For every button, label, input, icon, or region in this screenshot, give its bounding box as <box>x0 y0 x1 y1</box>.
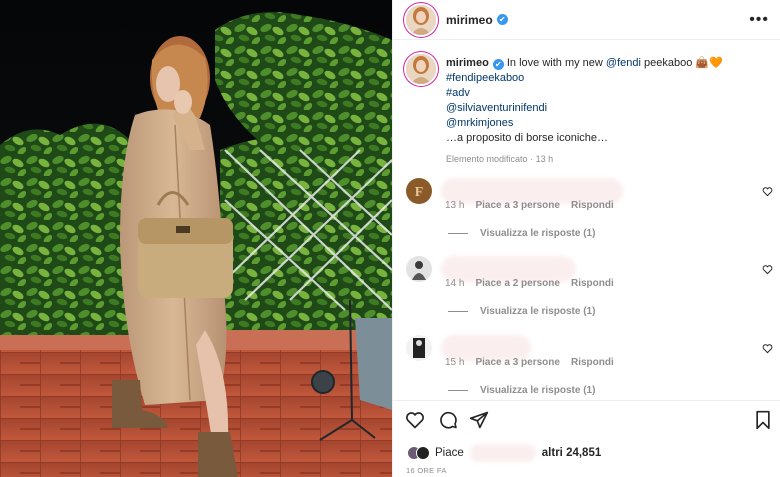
comment-item: 14 h Piace a 2 persone Rispondi Visualiz… <box>393 256 780 334</box>
comment-heart-icon[interactable] <box>762 264 773 275</box>
view-replies-label: Visualizza le risposte (1) <box>480 385 596 396</box>
reply-button[interactable]: Rispondi <box>571 357 614 368</box>
comment-heart-icon[interactable] <box>762 186 773 197</box>
comment-time: 13 h <box>445 200 465 211</box>
comment-heart-icon[interactable] <box>762 343 773 354</box>
comment-time: 15 h <box>445 357 465 368</box>
more-icon[interactable]: ••• <box>749 11 769 29</box>
bookmark-icon[interactable] <box>753 410 773 430</box>
verified-icon: ✔ <box>496 14 508 25</box>
view-replies-label: Visualizza le risposte (1) <box>480 306 596 317</box>
edited-time: 13 h <box>535 154 554 164</box>
comment-actions: 13 h Piace a 3 persone Rispondi <box>445 200 614 211</box>
edited-label: Elemento modificato <box>446 154 528 164</box>
liker-avatar <box>416 446 430 460</box>
svg-text:F: F <box>415 185 424 200</box>
comment-icon[interactable] <box>438 410 458 430</box>
person-avatar[interactable] <box>406 256 432 282</box>
likes-count: altri 24,851 <box>541 447 602 459</box>
caption-username[interactable]: mirimeo <box>446 57 489 69</box>
post-time-ago: 16 ORE FA <box>406 466 447 475</box>
share-icon[interactable] <box>469 410 489 430</box>
caption-meta: Elemento modificato · 13 h <box>446 152 766 167</box>
replies-dash <box>448 233 468 234</box>
hashtag-fendipeekaboo[interactable]: #fendipeekaboo <box>446 71 766 86</box>
replies-dash <box>448 311 468 312</box>
blurred-liker-name <box>469 444 536 462</box>
view-replies-label: Visualizza le risposte (1) <box>480 228 596 239</box>
hashtag-adv[interactable]: #adv <box>446 86 766 101</box>
comment-likes[interactable]: Piace a 3 persone <box>475 200 560 211</box>
comment-item: F 13 h Piace a 3 persone Rispondi Visual… <box>393 178 780 256</box>
mention-fendi[interactable]: @fendi <box>606 57 641 69</box>
likes-summary[interactable]: Piace altri 24,851 <box>407 444 601 462</box>
heart-icon[interactable] <box>405 410 425 430</box>
reply-button[interactable]: Rispondi <box>571 200 614 211</box>
view-replies-button[interactable]: Visualizza le risposte (1) <box>448 228 595 239</box>
post-header: mirimeo ✔ ••• <box>393 0 780 40</box>
author-username[interactable]: mirimeo <box>446 13 493 27</box>
mention-mrkimjones[interactable]: @mrkimjones <box>446 116 766 131</box>
view-replies-button[interactable]: Visualizza le risposte (1) <box>448 385 595 396</box>
comment-time: 14 h <box>445 278 465 289</box>
mention-silviaventurinifendi[interactable]: @silviaventurinifendi <box>446 101 766 116</box>
author-avatar[interactable] <box>406 4 436 35</box>
post-image <box>0 0 392 477</box>
bw-person-avatar[interactable] <box>406 335 432 361</box>
post-details-panel: mirimeo ✔ ••• mirimeo ✔ In love with my n… <box>392 0 780 477</box>
post-photo[interactable] <box>0 0 392 477</box>
fendi-monogram-avatar[interactable]: F <box>406 178 432 204</box>
caption-emojis: 👜🧡 <box>695 57 723 69</box>
caption-closing: …a proposito di borse iconiche… <box>446 132 609 144</box>
comment-likes[interactable]: Piace a 3 persone <box>475 357 560 368</box>
caption-verified-icon: ✔ <box>492 59 504 70</box>
reply-button[interactable]: Rispondi <box>571 278 614 289</box>
replies-dash <box>448 390 468 391</box>
caption-text-tail: peekaboo <box>644 57 693 69</box>
meta-separator: · <box>530 154 534 164</box>
comment-likes[interactable]: Piace a 2 persone <box>475 278 560 289</box>
likes-prefix: Piace <box>435 447 464 459</box>
view-replies-button[interactable]: Visualizza le risposte (1) <box>448 306 595 317</box>
caption-text-intro: In love with my new <box>506 57 603 69</box>
comment-actions: 14 h Piace a 2 persone Rispondi <box>445 278 614 289</box>
comment-actions: 15 h Piace a 3 persone Rispondi <box>445 357 614 368</box>
caption-author-avatar[interactable] <box>406 54 436 84</box>
post-actions-bar: Piace altri 24,851 <box>393 400 780 477</box>
